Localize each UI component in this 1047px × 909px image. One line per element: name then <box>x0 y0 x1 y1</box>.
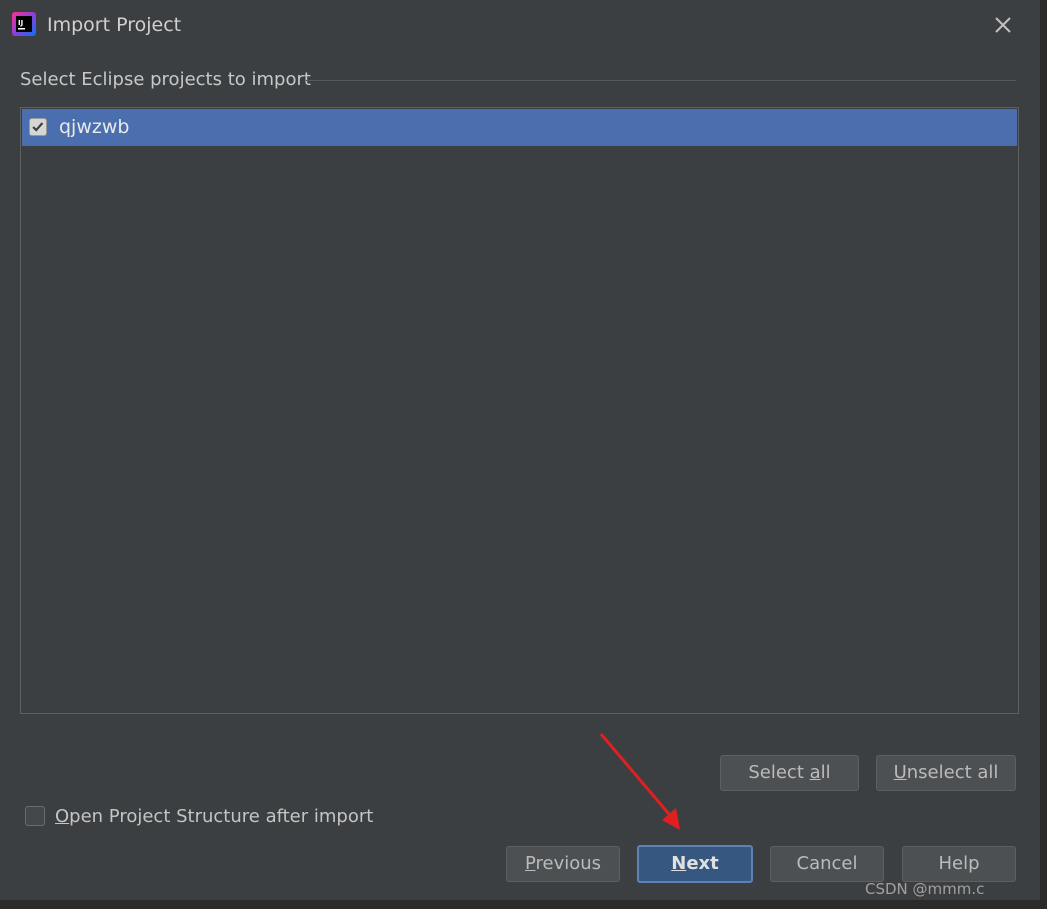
close-icon[interactable] <box>990 12 1016 38</box>
unselect-all-mnemonic: U <box>893 762 907 783</box>
dialog-title: Import Project <box>47 14 182 36</box>
previous-button[interactable]: Previous <box>506 846 620 882</box>
next-label-post: ext <box>686 853 719 874</box>
next-button[interactable]: Next <box>637 845 753 883</box>
checkmark-icon <box>32 122 44 132</box>
select-all-mnemonic: a <box>809 762 821 783</box>
next-mnemonic: N <box>671 853 687 874</box>
unselect-all-button[interactable]: Unselect all <box>876 755 1016 791</box>
svg-text:IJ: IJ <box>18 19 23 27</box>
projects-list[interactable]: qjwzwb <box>20 107 1019 714</box>
previous-mnemonic: P <box>524 853 536 874</box>
help-button[interactable]: Help <box>902 846 1016 882</box>
watermark: CSDN @mmm.c <box>865 880 985 898</box>
project-checkbox[interactable] <box>29 118 47 136</box>
open-structure-label-post: pen Project Structure after import <box>69 806 374 827</box>
list-item[interactable]: qjwzwb <box>22 109 1017 146</box>
open-structure-mnemonic: O <box>55 806 70 827</box>
unselect-all-label-post: nselect all <box>906 762 999 783</box>
select-all-label-pre: Select <box>748 762 810 783</box>
import-project-dialog: IJ Import Project Select Eclipse project… <box>0 0 1041 900</box>
intellij-idea-icon: IJ <box>12 12 36 36</box>
select-all-label-post: ll <box>820 762 831 783</box>
cancel-button[interactable]: Cancel <box>770 846 884 882</box>
open-structure-checkbox[interactable] <box>25 806 45 826</box>
select-all-button[interactable]: Select all <box>720 755 859 791</box>
project-name: qjwzwb <box>59 116 130 138</box>
title-bar[interactable]: IJ Import Project <box>0 0 1040 50</box>
open-structure-label[interactable]: Open Project Structure after import <box>55 805 373 829</box>
previous-label-post: revious <box>535 853 602 874</box>
annotation-arrow-icon <box>599 733 680 830</box>
section-divider <box>306 80 1016 81</box>
section-title: Select Eclipse projects to import <box>20 69 311 90</box>
